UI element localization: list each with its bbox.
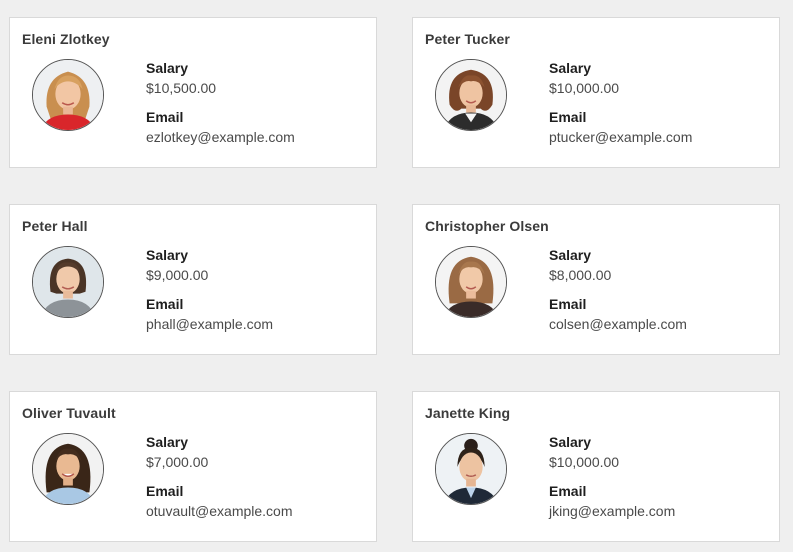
avatar <box>32 246 104 318</box>
employee-card[interactable]: Oliver Tuvault Salary $7,000.00 Email ot… <box>9 391 377 542</box>
salary-value: $7,000.00 <box>146 454 209 470</box>
woman-dark-bob-grey-top-photo-icon <box>33 247 103 317</box>
salary-value: $9,000.00 <box>146 267 209 283</box>
employee-name: Oliver Tuvault <box>22 405 116 421</box>
avatar <box>435 59 507 131</box>
woman-long-dark-hair-blue-shirt-photo-icon <box>33 434 103 504</box>
woman-light-brown-long-hair-photo-icon <box>436 247 506 317</box>
email-label: Email <box>549 109 587 125</box>
woman-brown-curly-hair-photo-icon <box>436 60 506 130</box>
email-value: otuvault@example.com <box>146 503 293 519</box>
employee-info: Salary $7,000.00 Email otuvault@example.… <box>146 434 293 519</box>
avatar <box>435 433 507 505</box>
avatar <box>32 433 104 505</box>
salary-label: Salary <box>549 247 592 263</box>
email-label: Email <box>146 483 184 499</box>
salary-value: $10,500.00 <box>146 80 217 96</box>
employee-card[interactable]: Peter Hall Salary $9,000.00 Email phall@… <box>9 204 377 355</box>
woman-hair-bun-dark-suit-photo-icon <box>436 434 506 504</box>
email-value: colsen@example.com <box>549 316 687 332</box>
email-label: Email <box>146 109 184 125</box>
woman-blonde-red-top-photo-icon <box>33 60 103 130</box>
employee-card[interactable]: Janette King Salary $10,000.00 Email jki… <box>412 391 780 542</box>
email-value: ezlotkey@example.com <box>146 129 295 145</box>
employee-name: Peter Hall <box>22 218 88 234</box>
salary-label: Salary <box>146 434 189 450</box>
salary-value: $8,000.00 <box>549 267 612 283</box>
email-value: phall@example.com <box>146 316 274 332</box>
employee-name: Janette King <box>425 405 511 421</box>
email-label: Email <box>549 483 587 499</box>
email-value: ptucker@example.com <box>549 129 693 145</box>
salary-label: Salary <box>549 60 592 76</box>
employee-info: Salary $10,000.00 Email jking@example.co… <box>549 434 675 519</box>
salary-value: $10,000.00 <box>549 454 620 470</box>
salary-label: Salary <box>146 60 189 76</box>
employee-card[interactable]: Eleni Zlotkey Salary $10,500.00 Email ez… <box>9 17 377 168</box>
email-value: jking@example.com <box>549 503 676 519</box>
employee-card[interactable]: Peter Tucker Salary $10,000.00 Email ptu… <box>412 17 780 168</box>
employee-info: Salary $10,500.00 Email ezlotkey@example… <box>146 60 295 145</box>
employee-name: Eleni Zlotkey <box>22 31 110 47</box>
email-label: Email <box>549 296 587 312</box>
salary-label: Salary <box>549 434 592 450</box>
salary-label: Salary <box>146 247 189 263</box>
avatar <box>435 246 507 318</box>
avatar <box>32 59 104 131</box>
email-label: Email <box>146 296 184 312</box>
employee-info: Salary $9,000.00 Email phall@example.com <box>146 247 273 332</box>
employee-card-grid: Eleni Zlotkey Salary $10,500.00 Email ez… <box>0 0 793 552</box>
employee-card[interactable]: Christopher Olsen Salary $8,000.00 Email… <box>412 204 780 355</box>
employee-info: Salary $8,000.00 Email colsen@example.co… <box>549 247 687 332</box>
employee-name: Peter Tucker <box>425 31 510 47</box>
salary-value: $10,000.00 <box>549 80 620 96</box>
employee-name: Christopher Olsen <box>425 218 549 234</box>
employee-info: Salary $10,000.00 Email ptucker@example.… <box>549 60 692 145</box>
